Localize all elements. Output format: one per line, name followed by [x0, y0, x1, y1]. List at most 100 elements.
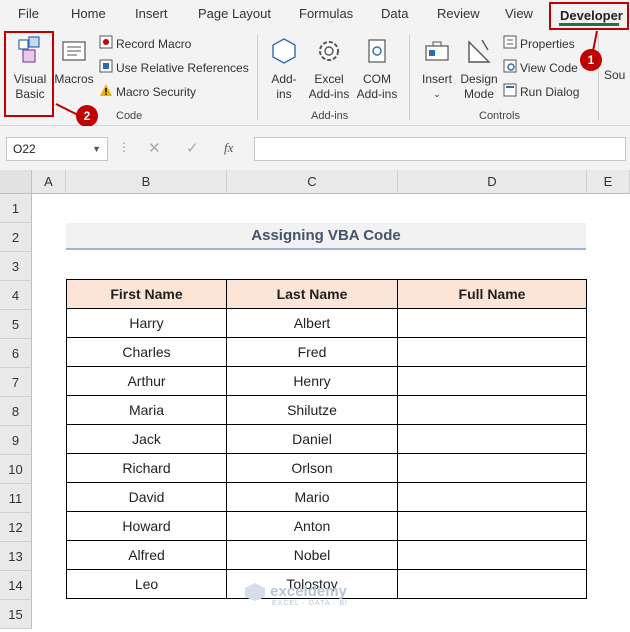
header-full-name[interactable]: Full Name: [397, 279, 587, 309]
first-name-cell[interactable]: Howard: [66, 511, 227, 541]
full-name-cell[interactable]: [397, 511, 587, 541]
row-header-15[interactable]: 15: [0, 600, 32, 629]
row-header-4[interactable]: 4: [0, 281, 32, 310]
tab-view[interactable]: View: [505, 6, 533, 21]
first-name-cell[interactable]: Alfred: [66, 540, 227, 570]
insert-function-icon[interactable]: fx: [224, 140, 233, 156]
first-name-cell[interactable]: Charles: [66, 337, 227, 367]
record-macro-label: Record Macro: [116, 37, 192, 51]
design-mode-button[interactable]: Design Mode: [458, 36, 500, 102]
first-name-cell[interactable]: Harry: [66, 308, 227, 338]
run-dialog-button[interactable]: Run Dialog: [503, 83, 579, 101]
row-header-11[interactable]: 11: [0, 484, 32, 513]
source-button[interactable]: Sou: [604, 68, 630, 83]
full-name-cell[interactable]: [397, 453, 587, 483]
table-row: Richard Orlson: [66, 453, 587, 483]
record-macro-button[interactable]: Record Macro: [99, 35, 191, 53]
row-header-13[interactable]: 13: [0, 542, 32, 571]
last-name-cell[interactable]: Nobel: [226, 540, 398, 570]
row-header-10[interactable]: 10: [0, 455, 32, 484]
com-add-ins-button[interactable]: COM Add-ins: [354, 36, 400, 102]
design-mode-label-line1: Design: [460, 72, 498, 86]
row-header-3[interactable]: 3: [0, 252, 32, 281]
name-box[interactable]: O22 ▼: [6, 137, 108, 161]
row-header-12[interactable]: 12: [0, 513, 32, 542]
warning-icon: [99, 83, 113, 102]
use-relative-references-button[interactable]: Use Relative References: [99, 59, 249, 77]
drag-handle-icon[interactable]: ⋮: [118, 140, 130, 154]
full-name-cell[interactable]: [397, 366, 587, 396]
add-ins-label-line1: Add-: [271, 72, 297, 86]
last-name-cell[interactable]: Fred: [226, 337, 398, 367]
view-code-button[interactable]: View Code: [503, 59, 578, 77]
exceldemy-watermark: exceldemy EXCEL · DATA · BI: [244, 582, 348, 607]
column-header-b[interactable]: B: [66, 170, 227, 194]
visual-basic-label-line1: Visual: [13, 72, 47, 86]
macro-security-button[interactable]: Macro Security: [99, 83, 196, 101]
full-name-cell[interactable]: [397, 395, 587, 425]
last-name-cell[interactable]: Mario: [226, 482, 398, 512]
column-header-a[interactable]: A: [32, 170, 66, 194]
tab-home[interactable]: Home: [71, 6, 106, 21]
properties-button[interactable]: Properties: [503, 35, 575, 53]
first-name-cell[interactable]: Jack: [66, 424, 227, 454]
tab-review[interactable]: Review: [437, 6, 480, 21]
full-name-cell[interactable]: [397, 482, 587, 512]
last-name-cell[interactable]: Shilutze: [226, 395, 398, 425]
row-header-9[interactable]: 9: [0, 426, 32, 455]
excel-add-ins-button[interactable]: Excel Add-ins: [306, 36, 352, 102]
row-header-6[interactable]: 6: [0, 339, 32, 368]
view-code-icon: [503, 59, 517, 78]
first-name-cell[interactable]: Richard: [66, 453, 227, 483]
header-first-name[interactable]: First Name: [66, 279, 227, 309]
full-name-cell[interactable]: [397, 337, 587, 367]
first-name-cell[interactable]: David: [66, 482, 227, 512]
worksheet-grid: A B C D E 1 2 3 4 5 6 7 8 9 10 11 12 13 …: [0, 170, 630, 632]
cancel-icon[interactable]: ✕: [148, 139, 161, 157]
macros-button[interactable]: Macros: [54, 36, 94, 87]
row-header-8[interactable]: 8: [0, 397, 32, 426]
first-name-cell[interactable]: Arthur: [66, 366, 227, 396]
arrow-to-visual-basic: [55, 103, 79, 116]
column-header-c[interactable]: C: [227, 170, 398, 194]
tab-insert[interactable]: Insert: [135, 6, 168, 21]
row-header-5[interactable]: 5: [0, 310, 32, 339]
last-name-cell[interactable]: Albert: [226, 308, 398, 338]
row-header-7[interactable]: 7: [0, 368, 32, 397]
column-header-d[interactable]: D: [398, 170, 587, 194]
last-name-cell[interactable]: Henry: [226, 366, 398, 396]
visual-basic-icon: [18, 36, 40, 63]
tab-file[interactable]: File: [18, 6, 39, 21]
tab-data[interactable]: Data: [381, 6, 408, 21]
table-header-row: First Name Last Name Full Name: [66, 279, 587, 309]
tab-page-layout[interactable]: Page Layout: [198, 6, 271, 21]
tab-formulas[interactable]: Formulas: [299, 6, 353, 21]
select-all-corner[interactable]: [0, 170, 32, 194]
formula-input[interactable]: [254, 137, 626, 161]
insert-control-button[interactable]: Insert ⌄: [417, 36, 457, 102]
row-header-2[interactable]: 2: [0, 223, 32, 252]
use-relative-references-label: Use Relative References: [116, 61, 249, 75]
ribbon-separator: [257, 34, 258, 120]
enter-icon[interactable]: ✓: [186, 139, 199, 157]
com-add-ins-label-line1: COM: [363, 72, 391, 86]
header-last-name[interactable]: Last Name: [226, 279, 398, 309]
visual-basic-button[interactable]: Visual Basic: [8, 36, 52, 102]
last-name-cell[interactable]: Anton: [226, 511, 398, 541]
last-name-cell[interactable]: Daniel: [226, 424, 398, 454]
first-name-cell[interactable]: Maria: [66, 395, 227, 425]
table-row: Howard Anton: [66, 511, 587, 541]
chevron-down-icon: ▼: [92, 144, 101, 154]
full-name-cell[interactable]: [397, 308, 587, 338]
full-name-cell[interactable]: [397, 569, 587, 599]
full-name-cell[interactable]: [397, 424, 587, 454]
sheet-title[interactable]: Assigning VBA Code: [66, 223, 586, 250]
first-name-cell[interactable]: Leo: [66, 569, 227, 599]
row-header-14[interactable]: 14: [0, 571, 32, 600]
column-header-e[interactable]: E: [587, 170, 630, 194]
add-ins-button[interactable]: Add- ins: [266, 36, 302, 102]
insert-control-label: Insert: [421, 72, 452, 86]
row-header-1[interactable]: 1: [0, 194, 32, 223]
last-name-cell[interactable]: Orlson: [226, 453, 398, 483]
full-name-cell[interactable]: [397, 540, 587, 570]
